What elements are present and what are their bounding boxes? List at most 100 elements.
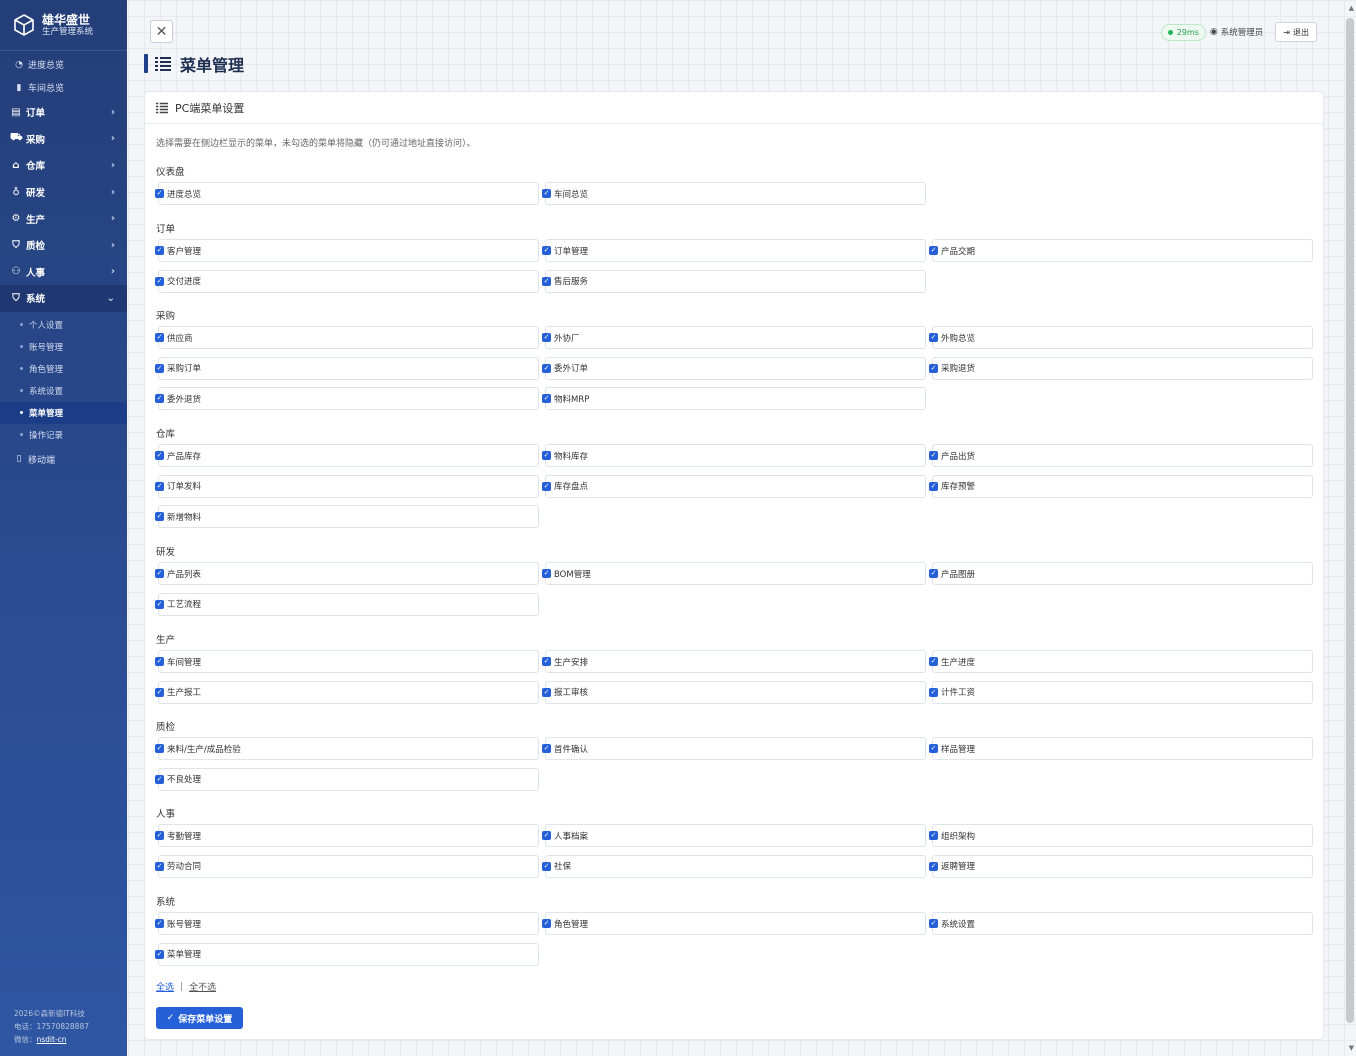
sidebar-group-quality[interactable]: ⛉ 质检 › <box>0 232 127 259</box>
menu-checkbox[interactable]: ✓ 委外退货 <box>155 387 539 410</box>
sidebar-item-roles[interactable]: 角色管理 <box>0 358 127 380</box>
checkbox-checked-icon[interactable]: ✓ <box>929 687 938 697</box>
menu-checkbox[interactable]: ✓ 物料库存 <box>542 444 926 467</box>
checkbox-checked-icon[interactable]: ✓ <box>929 657 938 666</box>
sidebar-group-warehouse[interactable]: ⌂ 仓库 › <box>0 152 127 179</box>
checkbox-checked-icon[interactable]: ✓ <box>542 861 551 871</box>
sidebar-group-hr[interactable]: ⚇ 人事 › <box>0 259 127 286</box>
sidebar-group-purchase[interactable]: ⛟ 采购 › <box>0 126 127 153</box>
sidebar-group-orders[interactable]: ▤ 订单 › <box>0 99 127 126</box>
menu-checkbox[interactable]: ✓ 社保 <box>542 854 926 878</box>
checkbox-checked-icon[interactable]: ✓ <box>155 363 164 373</box>
checkbox-checked-icon[interactable]: ✓ <box>542 687 551 697</box>
sidebar-item-operation-log[interactable]: 操作记录 <box>0 424 127 446</box>
menu-checkbox[interactable]: ✓ 组织架构 <box>929 824 1313 847</box>
sidebar-group-production[interactable]: ⚙ 生产 › <box>0 205 127 232</box>
menu-checkbox[interactable]: ✓ 产品交期 <box>929 239 1313 262</box>
checkbox-checked-icon[interactable]: ✓ <box>155 451 164 460</box>
checkbox-checked-icon[interactable]: ✓ <box>155 687 164 697</box>
checkbox-checked-icon[interactable]: ✓ <box>155 394 164 403</box>
checkbox-checked-icon[interactable]: ✓ <box>542 569 551 578</box>
checkbox-checked-icon[interactable]: ✓ <box>155 861 164 871</box>
menu-checkbox[interactable]: ✓ 采购退货 <box>929 356 1313 380</box>
checkbox-checked-icon[interactable]: ✓ <box>155 949 164 959</box>
checkbox-checked-icon[interactable]: ✓ <box>929 569 938 578</box>
sidebar-item-mobile[interactable]: ▯ 移动端 <box>0 448 127 471</box>
menu-checkbox[interactable]: ✓ 库存盘点 <box>542 474 926 498</box>
sidebar-item-accounts[interactable]: 账号管理 <box>0 336 127 358</box>
menu-checkbox[interactable]: ✓ 产品图册 <box>929 562 1313 585</box>
menu-checkbox[interactable]: ✓ 角色管理 <box>542 912 926 935</box>
sidebar-item-personal-settings[interactable]: 个人设置 <box>0 314 127 336</box>
menu-checkbox[interactable]: ✓ 报工审核 <box>542 680 926 704</box>
menu-checkbox[interactable]: ✓ 供应商 <box>155 326 539 349</box>
wechat-id[interactable]: nsdit-cn <box>37 1035 67 1044</box>
sidebar-item-system-settings[interactable]: 系统设置 <box>0 380 127 402</box>
checkbox-checked-icon[interactable]: ✓ <box>542 276 551 286</box>
menu-checkbox[interactable]: ✓ 车间总览 <box>542 182 926 205</box>
menu-checkbox[interactable]: ✓ 系统设置 <box>929 912 1313 935</box>
checkbox-checked-icon[interactable]: ✓ <box>155 276 164 286</box>
menu-checkbox[interactable]: ✓ 劳动合同 <box>155 854 539 878</box>
menu-checkbox[interactable]: ✓ 车间管理 <box>155 650 539 673</box>
menu-checkbox[interactable]: ✓ BOM管理 <box>542 562 926 585</box>
checkbox-checked-icon[interactable]: ✓ <box>155 774 164 784</box>
menu-checkbox[interactable]: ✓ 来料/生产/成品检验 <box>155 737 539 760</box>
checkbox-checked-icon[interactable]: ✓ <box>929 481 938 491</box>
menu-checkbox[interactable]: ✓ 账号管理 <box>155 912 539 935</box>
sidebar-group-system[interactable]: ⛉ 系统 ⌄ <box>0 285 127 312</box>
checkbox-checked-icon[interactable]: ✓ <box>929 919 938 928</box>
menu-checkbox[interactable]: ✓ 委外订单 <box>542 356 926 380</box>
checkbox-checked-icon[interactable]: ✓ <box>155 481 164 491</box>
menu-checkbox[interactable]: ✓ 生产报工 <box>155 680 539 704</box>
checkbox-checked-icon[interactable]: ✓ <box>542 363 551 373</box>
menu-checkbox[interactable]: ✓ 进度总览 <box>155 182 539 205</box>
current-user[interactable]: ◉ 系统管理员 <box>1210 26 1263 38</box>
menu-checkbox[interactable]: ✓ 生产进度 <box>929 650 1313 673</box>
checkbox-checked-icon[interactable]: ✓ <box>155 189 164 198</box>
menu-checkbox[interactable]: ✓ 物料MRP <box>542 387 926 410</box>
menu-checkbox[interactable]: ✓ 售后服务 <box>542 269 926 293</box>
checkbox-checked-icon[interactable]: ✓ <box>929 246 938 255</box>
checkbox-checked-icon[interactable]: ✓ <box>155 512 164 521</box>
checkbox-checked-icon[interactable]: ✓ <box>542 831 551 840</box>
sidebar-item-workshop-overview[interactable]: ▮ 车间总览 <box>0 76 127 99</box>
checkbox-checked-icon[interactable]: ✓ <box>542 451 551 460</box>
sidebar-group-rnd[interactable]: ♁ 研发 › <box>0 179 127 206</box>
menu-checkbox[interactable]: ✓ 订单管理 <box>542 239 926 262</box>
checkbox-checked-icon[interactable]: ✓ <box>929 363 938 373</box>
menu-checkbox[interactable]: ✓ 返聘管理 <box>929 854 1313 878</box>
menu-checkbox[interactable]: ✓ 外协厂 <box>542 326 926 349</box>
checkbox-checked-icon[interactable]: ✓ <box>929 333 938 342</box>
checkbox-checked-icon[interactable]: ✓ <box>155 657 164 666</box>
brand[interactable]: 雄华盛世 生产管理系统 <box>0 0 127 51</box>
checkbox-checked-icon[interactable]: ✓ <box>155 919 164 928</box>
menu-checkbox[interactable]: ✓ 产品出货 <box>929 444 1313 467</box>
checkbox-checked-icon[interactable]: ✓ <box>155 744 164 753</box>
menu-checkbox[interactable]: ✓ 产品库存 <box>155 444 539 467</box>
checkbox-checked-icon[interactable]: ✓ <box>542 189 551 198</box>
menu-checkbox[interactable]: ✓ 订单发料 <box>155 474 539 498</box>
checkbox-checked-icon[interactable]: ✓ <box>929 451 938 460</box>
menu-checkbox[interactable]: ✓ 生产安排 <box>542 650 926 673</box>
logout-button[interactable]: ⇥ 退出 <box>1275 22 1317 42</box>
checkbox-checked-icon[interactable]: ✓ <box>542 919 551 928</box>
checkbox-checked-icon[interactable]: ✓ <box>542 333 551 342</box>
checkbox-checked-icon[interactable]: ✓ <box>155 599 164 609</box>
checkbox-checked-icon[interactable]: ✓ <box>542 481 551 491</box>
checkbox-checked-icon[interactable]: ✓ <box>929 861 938 871</box>
checkbox-checked-icon[interactable]: ✓ <box>542 246 551 255</box>
checkbox-checked-icon[interactable]: ✓ <box>929 744 938 753</box>
select-all-link[interactable]: 全选 <box>156 980 174 993</box>
select-none-link[interactable]: 全不选 <box>189 980 216 993</box>
menu-checkbox[interactable]: ✓ 人事档案 <box>542 824 926 847</box>
checkbox-checked-icon[interactable]: ✓ <box>155 831 164 840</box>
close-button[interactable]: ✕ <box>150 20 173 43</box>
menu-checkbox[interactable]: ✓ 外购总览 <box>929 326 1313 349</box>
menu-checkbox[interactable]: ✓ 不良处理 <box>155 767 539 791</box>
checkbox-checked-icon[interactable]: ✓ <box>542 394 551 403</box>
menu-checkbox[interactable]: ✓ 采购订单 <box>155 356 539 380</box>
menu-checkbox[interactable]: ✓ 产品列表 <box>155 562 539 585</box>
menu-checkbox[interactable]: ✓ 首件确认 <box>542 737 926 760</box>
checkbox-checked-icon[interactable]: ✓ <box>542 657 551 666</box>
